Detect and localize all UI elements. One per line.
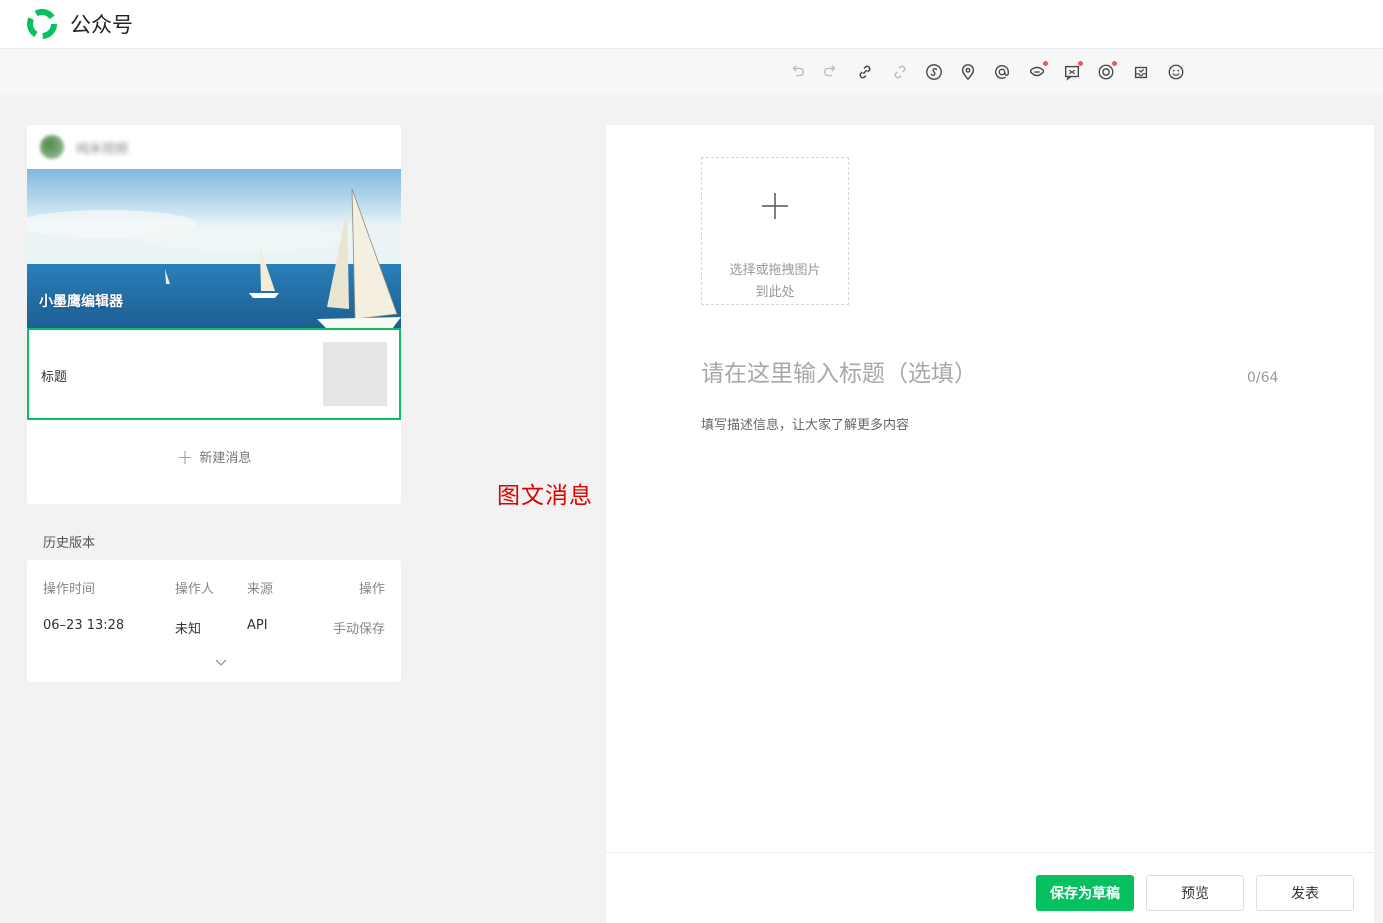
notification-dot <box>1078 61 1083 66</box>
wechat-mp-logo-icon <box>27 9 57 39</box>
history-card: 操作时间 操作人 来源 操作 06–23 13:28 未知 API 手动保存 <box>27 560 401 682</box>
editor-toolbar <box>0 48 1383 95</box>
emoji-icon[interactable] <box>1166 62 1186 82</box>
link-icon[interactable] <box>855 62 875 82</box>
location-icon[interactable] <box>958 62 978 82</box>
article-item-title: 标题 <box>41 370 68 385</box>
top-bar: 公众号 <box>0 0 1383 48</box>
preview-button[interactable]: 预览 <box>1146 875 1244 911</box>
annotation-label: 图文消息 <box>497 483 593 509</box>
unlink-icon[interactable] <box>890 62 910 82</box>
mini-program-icon[interactable] <box>924 62 944 82</box>
new-message-label: 新建消息 <box>199 451 252 466</box>
inbox-icon[interactable] <box>1131 62 1151 82</box>
article-item-thumbnail <box>323 342 387 406</box>
history-row-operator: 未知 <box>175 622 202 637</box>
plus-icon <box>762 193 788 219</box>
publish-button[interactable]: 发表 <box>1256 875 1354 911</box>
history-row-time: 06–23 13:28 <box>43 618 125 633</box>
redo-icon[interactable] <box>820 62 840 82</box>
title-input[interactable] <box>701 361 1251 387</box>
account-name: 纯米视频 <box>76 141 129 157</box>
account-header: 纯米视频 <box>27 125 401 169</box>
chevron-down-icon[interactable] <box>214 657 228 667</box>
title-counter: 0/64 <box>1247 370 1279 386</box>
new-message-button[interactable]: + 新建消息 <box>27 445 401 469</box>
article-list-card: 纯米视频 小墨鹰编辑器 标题 + 新建消息 <box>27 125 401 504</box>
face-card-icon[interactable] <box>1027 61 1048 82</box>
history-header-operator: 操作人 <box>175 582 215 597</box>
cover-title: 小墨鹰编辑器 <box>39 294 123 310</box>
history-row-action[interactable]: 手动保存 <box>333 618 385 637</box>
notification-dot <box>1112 61 1117 66</box>
description-input[interactable] <box>701 418 1301 433</box>
article-item-selected[interactable]: 标题 <box>27 328 401 420</box>
cover-article[interactable]: 小墨鹰编辑器 <box>27 169 401 329</box>
cover-upload-hint-line2: 到此处 <box>755 285 795 300</box>
save-draft-button[interactable]: 保存为草稿 <box>1036 875 1134 911</box>
cover-upload-hint: 选择或拖拽图片 到此处 <box>702 260 848 304</box>
notification-dot <box>1043 61 1048 66</box>
circle-icon[interactable] <box>1096 61 1117 82</box>
history-header-action: 操作 <box>358 582 385 597</box>
account-avatar <box>40 135 64 159</box>
history-header-time: 操作时间 <box>43 582 96 597</box>
cover-upload-area[interactable]: 选择或拖拽图片 到此处 <box>701 157 849 305</box>
history-row-source: API <box>247 618 268 633</box>
history-title: 历史版本 <box>43 536 96 551</box>
editor-panel: 选择或拖拽图片 到此处 0/64 保存为草稿 预览 发表 <box>606 125 1374 923</box>
cover-upload-hint-line1: 选择或拖拽图片 <box>729 263 821 278</box>
brand-title: 公众号 <box>70 13 133 37</box>
plus-icon: + <box>176 445 194 469</box>
comment-icon[interactable] <box>1062 61 1083 82</box>
editor-footer: 保存为草稿 预览 发表 <box>606 852 1374 923</box>
undo-icon[interactable] <box>788 62 808 82</box>
mention-icon[interactable] <box>992 62 1012 82</box>
history-header-source: 来源 <box>247 582 274 597</box>
